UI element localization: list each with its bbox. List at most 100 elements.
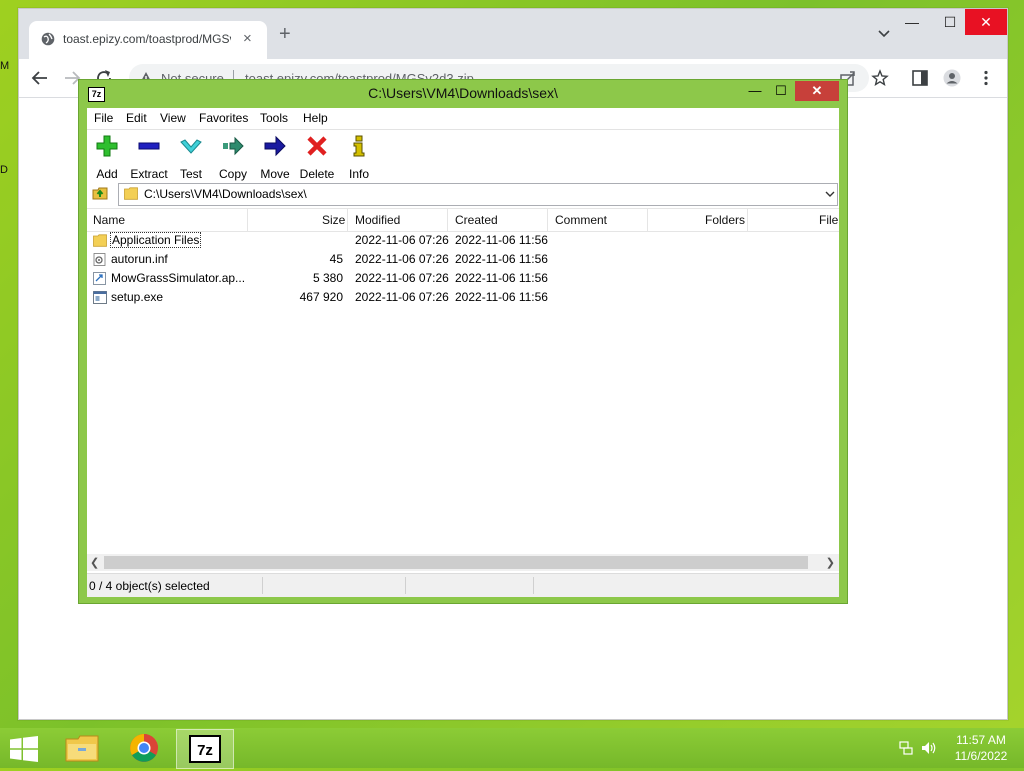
right-arrow-icon: [264, 135, 286, 157]
file-created: 2022-11-06 11:56: [455, 290, 548, 304]
scroll-left-icon[interactable]: ❮: [90, 556, 99, 569]
folder-icon: [124, 187, 138, 200]
file-name[interactable]: setup.exe: [111, 290, 163, 304]
copy-arrow-icon: [223, 136, 244, 156]
info-label: Info: [348, 167, 369, 181]
selection-status: 0 / 4 object(s) selected: [89, 579, 210, 593]
column-divider[interactable]: [747, 209, 748, 231]
menu-tools[interactable]: Tools: [260, 111, 288, 125]
sevenzip-icon: 7z: [189, 735, 221, 763]
column-comment[interactable]: Comment: [555, 213, 607, 227]
file-size: 45: [329, 252, 343, 266]
checkmark-icon: [180, 139, 202, 154]
menu-bar: File Edit View Favorites Tools Help: [87, 108, 839, 130]
scrollbar-thumb[interactable]: [104, 556, 808, 569]
chevron-down-icon[interactable]: [877, 27, 891, 41]
column-divider[interactable]: [547, 209, 548, 231]
taskbar-7zip[interactable]: 7z: [176, 729, 234, 769]
browser-minimize-button[interactable]: —: [893, 9, 931, 35]
taskbar-chrome[interactable]: [116, 729, 172, 767]
new-tab-button[interactable]: +: [279, 24, 291, 44]
browser-close-button[interactable]: ✕: [965, 9, 1007, 35]
delete-button[interactable]: Delete: [297, 134, 337, 181]
divider: [262, 577, 263, 594]
path-bar: C:\Users\VM4\Downloads\sex\: [87, 182, 839, 206]
minus-icon: [138, 142, 160, 150]
path-text[interactable]: C:\Users\VM4\Downloads\sex\: [144, 187, 307, 201]
maximize-button[interactable]: ☐: [767, 81, 795, 101]
file-row[interactable]: autorun.inf 45 2022-11-06 07:26 2022-11-…: [87, 250, 839, 269]
more-menu-icon[interactable]: [977, 69, 995, 87]
column-created[interactable]: Created: [455, 213, 498, 227]
column-divider[interactable]: [247, 209, 248, 231]
file-row[interactable]: setup.exe 467 920 2022-11-06 07:26 2022-…: [87, 288, 839, 307]
file-modified: 2022-11-06 07:26: [355, 233, 449, 247]
network-icon[interactable]: [898, 740, 914, 756]
svg-text:7z: 7z: [197, 742, 213, 759]
scroll-right-icon[interactable]: ❯: [826, 556, 835, 569]
chevron-down-icon[interactable]: [825, 187, 835, 201]
column-size[interactable]: Size: [322, 213, 345, 227]
volume-icon[interactable]: [921, 740, 937, 756]
browser-maximize-button[interactable]: ☐: [931, 9, 969, 35]
taskbar-file-explorer[interactable]: [54, 729, 110, 767]
file-list: Application Files 2022-11-06 07:26 2022-…: [87, 231, 839, 553]
column-divider[interactable]: [447, 209, 448, 231]
test-button[interactable]: Test: [171, 134, 211, 181]
menu-file[interactable]: File: [94, 111, 113, 125]
move-button[interactable]: Move: [255, 134, 295, 181]
delete-x-icon: [307, 136, 327, 156]
file-row[interactable]: Application Files 2022-11-06 07:26 2022-…: [87, 231, 839, 250]
column-files[interactable]: File: [819, 213, 838, 227]
info-icon: [353, 135, 365, 157]
extract-button[interactable]: Extract: [129, 134, 169, 181]
file-name[interactable]: Application Files: [109, 232, 202, 248]
sevenzip-client-area: File Edit View Favorites Tools Help Add …: [87, 108, 839, 597]
profile-avatar-icon[interactable]: [943, 69, 961, 87]
sevenzip-toolbar: Add Extract Test Copy Move Delete Info: [87, 130, 839, 182]
taskbar: 7z 11:57 AM 11/6/2022: [0, 728, 1024, 769]
file-name[interactable]: MowGrassSimulator.ap...: [111, 271, 245, 285]
column-folders[interactable]: Folders: [705, 213, 745, 227]
sevenzip-titlebar[interactable]: 7z C:\Users\VM4\Downloads\sex\ — ☐ ✕: [79, 80, 847, 106]
file-modified: 2022-11-06 07:26: [355, 252, 449, 266]
path-combobox[interactable]: C:\Users\VM4\Downloads\sex\: [118, 183, 838, 206]
browser-tabstrip: toast.epizy.com/toastprod/MGSv × + — ☐ ✕: [19, 9, 1007, 59]
window-title: C:\Users\VM4\Downloads\sex\: [368, 85, 558, 101]
tab-close-button[interactable]: ×: [243, 30, 252, 47]
file-row[interactable]: MowGrassSimulator.ap... 5 380 2022-11-06…: [87, 269, 839, 288]
folder-icon: [93, 234, 107, 247]
file-explorer-icon: [65, 735, 99, 762]
divider: [405, 577, 406, 594]
minimize-button[interactable]: —: [741, 81, 769, 101]
file-list-header: Name Size Modified Created Comment Folde…: [87, 208, 839, 232]
clock-date: 11/6/2022: [954, 749, 1008, 763]
menu-help[interactable]: Help: [303, 111, 328, 125]
browser-tab[interactable]: toast.epizy.com/toastprod/MGSv ×: [29, 21, 267, 59]
star-icon[interactable]: [871, 69, 889, 87]
windows-start-icon[interactable]: [10, 736, 38, 762]
menu-view[interactable]: View: [160, 111, 186, 125]
system-clock[interactable]: 11:57 AM 11/6/2022: [946, 732, 1016, 764]
file-created: 2022-11-06 11:56: [455, 233, 548, 247]
executable-icon: [93, 291, 107, 304]
file-name[interactable]: autorun.inf: [111, 252, 168, 266]
side-panel-icon[interactable]: [911, 69, 929, 87]
folder-up-icon[interactable]: [92, 185, 108, 201]
copy-button[interactable]: Copy: [213, 134, 253, 181]
column-modified[interactable]: Modified: [355, 213, 400, 227]
tab-title: toast.epizy.com/toastprod/MGSv: [63, 32, 231, 46]
menu-favorites[interactable]: Favorites: [199, 111, 248, 125]
info-button[interactable]: Info: [339, 134, 379, 181]
add-button[interactable]: Add: [87, 134, 127, 181]
sevenzip-window: 7z C:\Users\VM4\Downloads\sex\ — ☐ ✕ Fil…: [78, 79, 848, 604]
close-button[interactable]: ✕: [795, 81, 839, 101]
column-name[interactable]: Name: [93, 213, 125, 227]
column-divider[interactable]: [347, 209, 348, 231]
back-icon[interactable]: [29, 67, 51, 89]
clock-time: 11:57 AM: [956, 733, 1006, 747]
column-divider[interactable]: [647, 209, 648, 231]
desktop-icon-label-fragment: M: [0, 60, 10, 72]
menu-edit[interactable]: Edit: [126, 111, 147, 125]
horizontal-scrollbar[interactable]: ❮ ❯: [87, 554, 839, 571]
